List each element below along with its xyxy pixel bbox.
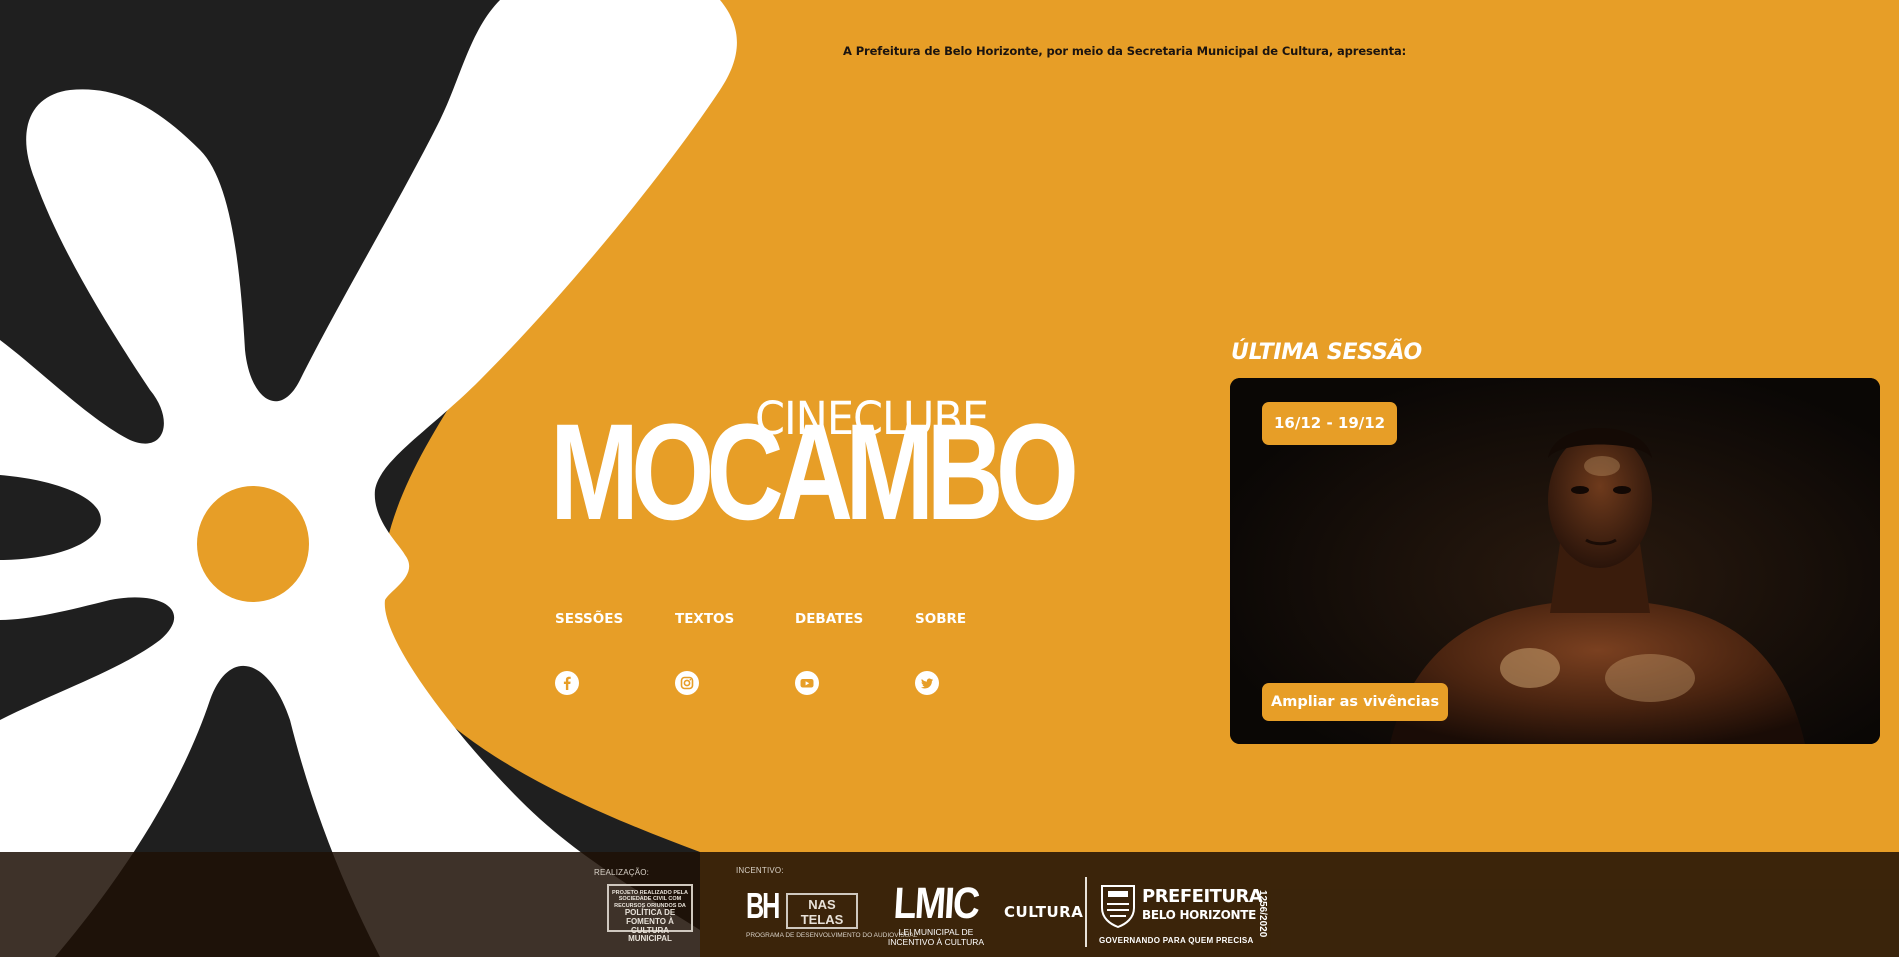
lmic-text: LMIC <box>892 879 980 928</box>
nas-telas-text: NAS TELAS <box>786 893 858 929</box>
nav-sobre[interactable]: SOBRE <box>915 611 966 627</box>
lmic-subtitle: LEI MUNICIPAL DE INCENTIVO À CULTURA <box>887 927 985 947</box>
last-session-card[interactable]: 16/12 - 19/12 Ampliar as vivências <box>1230 378 1880 744</box>
logo-mocambo-text: MOCAMBO <box>550 396 1079 549</box>
cineclube-mocambo-logo[interactable]: CINECLUBE MOCAMBO <box>550 396 1079 585</box>
realizacao-box-small-text: PROJETO REALIZADO PELA SOCIEDADE CIVIL C… <box>612 890 688 909</box>
instagram-icon[interactable] <box>675 671 699 695</box>
twitter-icon[interactable] <box>915 671 939 695</box>
nav-debates[interactable]: DEBATES <box>795 611 863 627</box>
last-session-heading: ÚLTIMA SESSÃO <box>1231 340 1422 365</box>
cultura-label: CULTURA <box>1004 903 1084 921</box>
incentivo-label: INCENTIVO: <box>736 866 784 875</box>
bh-text: BH <box>746 885 780 926</box>
sponsors-footer: REALIZAÇÃO: PROJETO REALIZADO PELA SOCIE… <box>0 852 1899 957</box>
lmic-logo: LMIC LEI MUNICIPAL DE INCENTIVO À CULTUR… <box>886 879 986 948</box>
footer-divider <box>1085 877 1087 947</box>
session-date-badge: 16/12 - 19/12 <box>1262 402 1398 445</box>
bh-nas-telas-logo: BH NAS TELAS PROGRAMA DE DESENVOLVIMENTO… <box>746 885 918 940</box>
prefeitura-tagline: GOVERNANDO PARA QUEM PRECISA <box>1099 936 1254 945</box>
intro-text: A Prefeitura de Belo Horizonte, por meio… <box>843 44 1407 58</box>
nav-sessoes[interactable]: SESSÕES <box>555 611 623 627</box>
realizacao-box-big-text: POLÍTICA DE FOMENTO À CULTURA MUNICIPAL <box>624 907 676 944</box>
belo-horizonte-subtitle: BELO HORIZONTE <box>1142 908 1257 922</box>
politica-fomento-logo: PROJETO REALIZADO PELA SOCIEDADE CIVIL C… <box>607 884 693 943</box>
belo-horizonte-crest-icon <box>1101 885 1135 928</box>
facebook-icon[interactable] <box>555 671 579 695</box>
nav-textos[interactable]: TEXTOS <box>675 611 734 627</box>
youtube-icon[interactable] <box>795 671 819 695</box>
flower-center <box>197 486 309 602</box>
prefeitura-title: PREFEITURA <box>1142 886 1263 907</box>
realizacao-label: REALIZAÇÃO: <box>594 868 650 877</box>
project-number: 1256/2020 <box>1257 890 1268 938</box>
ampliar-vivencias-button[interactable]: Ampliar as vivências <box>1262 683 1449 721</box>
bh-nas-telas-subtitle: PROGRAMA DE DESENVOLVIMENTO DO AUDIOVISU… <box>746 932 918 939</box>
